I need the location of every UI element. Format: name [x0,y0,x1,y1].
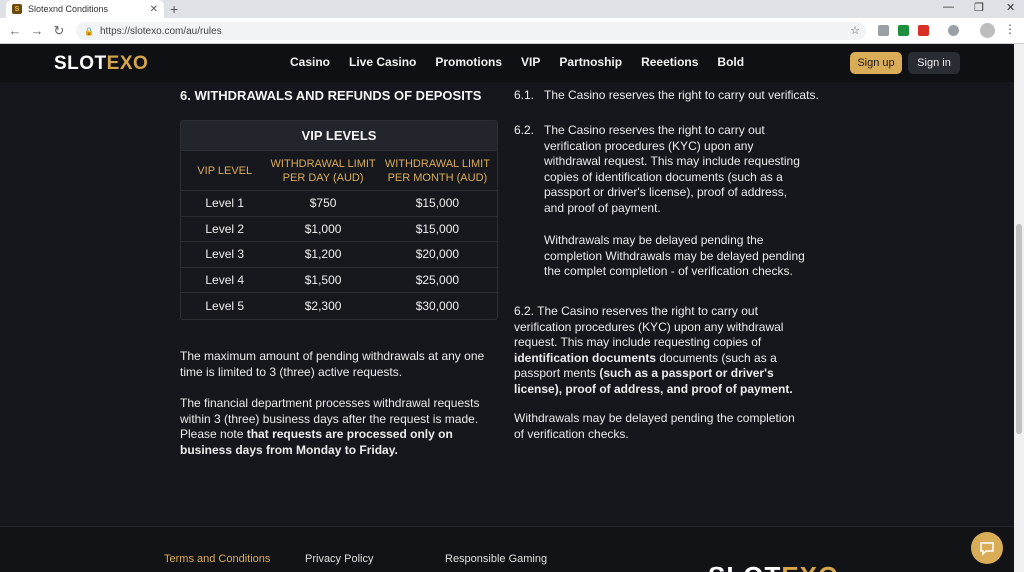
cell-per-day: $1,500 [304,272,342,287]
extension-icon[interactable] [878,25,889,36]
delay-notice-text: Withdrawals may be delayed pending the c… [544,233,805,278]
footer-privacy-link[interactable]: Privacy Policy [305,553,373,565]
sign-up-button[interactable]: Sign up [850,52,902,74]
cell-per-month: $25,000 [415,272,460,287]
clause-6-2-repeat-text: 6.2. The Casino reserves the right to ca… [514,304,814,397]
clause-number: 6.2. [514,123,535,137]
cell-per-day: $1,000 [304,221,342,236]
close-window-icon[interactable]: ✕ [1006,1,1015,14]
browser-tab-bar: S Slotexnd Conditions ✕ + — ❐ ✕ [0,0,1024,18]
cell-level: Level 2 [205,221,245,236]
main-nav: Casino Live Casino Promotions VIP Partno… [290,55,763,69]
site-logo[interactable]: SLOTEXO [54,53,148,75]
nav-live-casino[interactable]: Live Casino [349,55,416,69]
account-avatar-icon[interactable] [980,23,995,38]
col-header-per-day: WITHDRAWAL LIMIT PER DAY (AUD) [270,157,376,184]
vip-table-header: VIP LEVEL WITHDRAWAL LIMIT PER DAY (AUD)… [181,151,497,191]
table-row: Level 1 $750 $15,000 [181,191,497,217]
footer-logo: SLOTEXO [708,561,839,572]
menu-kebab-icon[interactable]: ⋮ [1004,22,1016,36]
address-bar[interactable]: 🔒 https://slotexo.com/au/rules ☆ [76,22,866,40]
extension-icon[interactable] [918,25,929,36]
processing-time-text: The financial department processes withd… [180,396,500,458]
scrollbar-thumb[interactable] [1016,224,1022,434]
cell-level: Level 5 [205,298,245,313]
cell-level: Level 3 [205,247,245,262]
pending-withdrawals-text: The maximum amount of pending withdrawal… [180,349,485,379]
cell-per-month: $30,000 [415,298,460,313]
reload-icon[interactable]: ↻ [48,23,70,39]
nav-bold[interactable]: Bold [717,55,744,69]
section-title: 6. WITHDRAWALS AND REFUNDS OF DEPOSITS [180,88,482,103]
forward-icon[interactable]: → [26,23,48,38]
lock-icon: 🔒 [84,26,94,36]
nav-vip[interactable]: VIP [521,55,540,69]
col-header-per-month: WITHDRAWAL LIMIT PER MONTH (AUD) [384,157,490,184]
site-footer: Terms and Conditions Privacy Policy Resp… [0,526,1014,572]
rules-content: 6. WITHDRAWALS AND REFUNDS OF DEPOSITS V… [0,82,1014,572]
site-header: SLOTEXO Casino Live Casino Promotions VI… [0,44,1014,82]
minimize-icon[interactable]: — [943,1,954,13]
site-favicon-icon: S [12,4,22,14]
cell-per-day: $2,300 [304,298,342,313]
browser-toolbar: ← → ↻ 🔒 https://slotexo.com/au/rules ☆ ⋮ [0,18,1024,44]
back-icon[interactable]: ← [4,23,26,38]
extension-icon[interactable] [948,25,959,36]
browser-tab[interactable]: S Slotexnd Conditions ✕ [6,0,164,18]
col-header-level: VIP LEVEL [197,164,253,177]
repeat-text-bold-a: identification documents [514,350,657,365]
cell-level: Level 1 [205,196,245,211]
table-row: Level 2 $1,000 $15,000 [181,217,497,242]
cell-per-month: $15,000 [415,221,460,236]
tab-title: Slotexnd Conditions [28,4,109,14]
clause-number: 6.1. [514,88,535,102]
chat-support-button[interactable] [971,532,1003,564]
cell-per-month: $15,000 [415,196,460,211]
table-row: Level 3 $1,200 $20,000 [181,242,497,268]
nav-casino[interactable]: Casino [290,55,330,69]
repeat-text-a: 6.2. The Casino reserves the right to ca… [514,304,784,349]
nav-reeetions[interactable]: Reeetions [641,55,698,69]
sign-in-button[interactable]: Sign in [908,52,960,74]
vip-table-title: VIP LEVELS [181,121,497,151]
delay-notice-final-text: Withdrawals may be delayed pending the c… [514,411,795,441]
table-row: Level 4 $1,500 $25,000 [181,268,497,293]
extension-icon[interactable] [898,25,909,36]
cell-per-day: $1,200 [304,247,342,262]
vip-levels-table: VIP LEVELS VIP LEVEL WITHDRAWAL LIMIT PE… [180,120,498,320]
table-row: Level 5 $2,300 $30,000 [181,293,497,319]
chat-bubble-icon [980,542,994,556]
clause-6-2-text: The Casino reserves the right to carry o… [544,123,800,215]
nav-promotions[interactable]: Promotions [435,55,502,69]
url-text: https://slotexo.com/au/rules [99,25,222,37]
clause-6-1-text: The Casino reserves the right to carry o… [544,88,819,102]
close-tab-icon[interactable]: ✕ [150,4,158,15]
maximize-icon[interactable]: ❐ [974,1,984,14]
footer-terms-link[interactable]: Terms and Conditions [164,553,270,565]
bookmark-star-icon[interactable]: ☆ [850,24,860,37]
cell-per-day: $750 [309,196,337,211]
nav-partnership[interactable]: Partnoship [559,55,622,69]
cell-per-month: $20,000 [415,247,460,262]
new-tab-icon[interactable]: + [170,1,178,17]
footer-responsible-gaming-link[interactable]: Responsible Gaming [445,553,547,565]
cell-level: Level 4 [205,272,245,287]
